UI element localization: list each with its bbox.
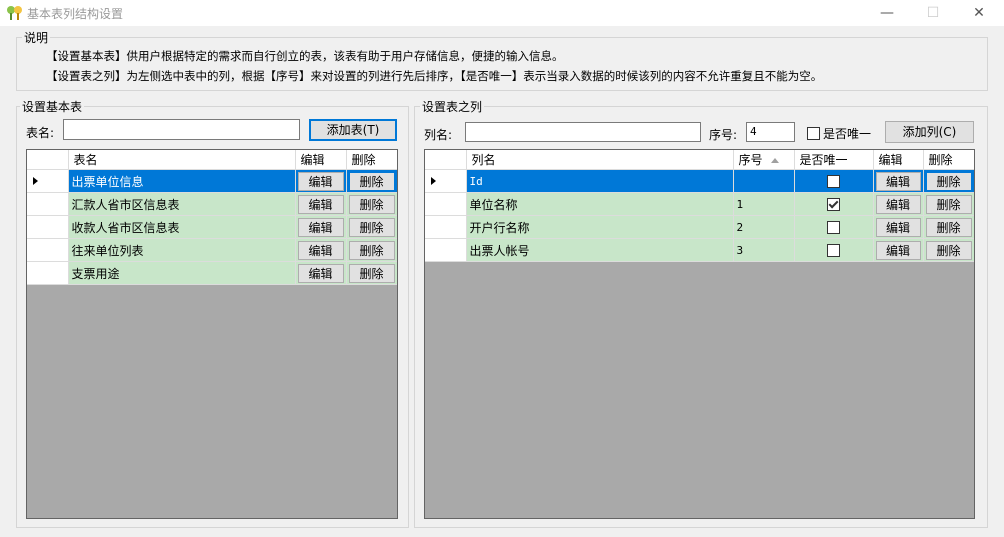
column-header-edit[interactable]: 编辑: [873, 150, 924, 170]
table-row[interactable]: 收款人省市区信息表 编辑 删除: [27, 215, 397, 239]
column-name-cell[interactable]: 开户行名称: [466, 215, 734, 239]
maximize-button[interactable]: ☐: [910, 0, 956, 26]
current-row-arrow-icon: [431, 177, 436, 185]
grid-corner-header: [425, 150, 467, 170]
row-header[interactable]: [27, 238, 69, 262]
close-button[interactable]: ✕: [956, 0, 1002, 26]
delete-button[interactable]: 删除: [925, 240, 972, 260]
table-name-cell[interactable]: 出票单位信息: [68, 169, 296, 193]
table-name-cell[interactable]: 往来单位列表: [68, 238, 296, 262]
description-line-1: 【设置基本表】供用户根据特定的需求而自行创立的表，该表有助于用户存储信息，便捷的…: [46, 49, 564, 63]
column-name-input[interactable]: [465, 122, 701, 142]
delete-button[interactable]: 删除: [348, 240, 395, 260]
column-header-seq[interactable]: 序号: [733, 150, 795, 170]
sort-ascending-icon: [770, 158, 779, 163]
column-header-column-name[interactable]: 列名: [466, 150, 734, 170]
edit-button[interactable]: 编辑: [875, 240, 921, 260]
edit-button[interactable]: 编辑: [297, 240, 344, 260]
table-name-cell[interactable]: 汇款人省市区信息表: [68, 192, 296, 216]
seq-label: 序号:: [709, 128, 738, 142]
column-header-table-name[interactable]: 表名: [68, 150, 296, 170]
delete-button[interactable]: 删除: [348, 194, 395, 214]
table-row[interactable]: 开户行名称 2 编辑 删除: [425, 215, 974, 239]
unique-checkbox[interactable]: [807, 127, 820, 140]
add-table-button[interactable]: 添加表(T): [309, 119, 397, 141]
seq-cell[interactable]: 2: [733, 215, 795, 239]
row-header[interactable]: [27, 169, 69, 193]
current-row-arrow-icon: [33, 177, 38, 185]
table-name-input[interactable]: [63, 119, 300, 140]
edit-button[interactable]: 编辑: [297, 263, 344, 283]
seq-cell[interactable]: 1: [733, 192, 795, 216]
table-columns-group-label: 设置表之列: [420, 98, 485, 115]
add-column-button[interactable]: 添加列(C): [885, 121, 974, 143]
column-name-cell[interactable]: Id: [466, 169, 734, 193]
column-name-cell[interactable]: 单位名称: [466, 192, 734, 216]
column-header-seq-label: 序号: [738, 153, 763, 167]
window-title: 基本表列结构设置: [27, 7, 124, 21]
table-row[interactable]: 出票人帐号 3 编辑 删除: [425, 238, 974, 262]
column-header-delete[interactable]: 删除: [923, 150, 974, 170]
table-row[interactable]: 单位名称 1 编辑 删除: [425, 192, 974, 216]
table-name-cell[interactable]: 收款人省市区信息表: [68, 215, 296, 239]
row-header[interactable]: [27, 261, 69, 285]
delete-button[interactable]: 删除: [925, 217, 972, 237]
grid-corner-header: [27, 150, 69, 170]
unique-cell[interactable]: [794, 169, 874, 193]
delete-button[interactable]: 删除: [348, 171, 395, 191]
edit-button[interactable]: 编辑: [297, 194, 344, 214]
table-name-cell[interactable]: 支票用途: [68, 261, 296, 285]
edit-button[interactable]: 编辑: [297, 171, 344, 191]
table-columns-grid[interactable]: 列名 序号 是否唯一 编辑 删除 Id 编辑 删除 单位名称 1 编辑 删除 开…: [424, 149, 975, 519]
edit-button[interactable]: 编辑: [875, 194, 921, 214]
row-header[interactable]: [425, 169, 467, 193]
unique-checkbox-label[interactable]: 是否唯一: [823, 125, 871, 142]
app-icon: [7, 6, 22, 20]
description-group-label: 说明: [22, 29, 51, 46]
column-header-edit[interactable]: 编辑: [295, 150, 347, 170]
edit-button[interactable]: 编辑: [875, 171, 921, 191]
basic-table-group-label: 设置基本表: [20, 98, 85, 115]
unique-cell-checkbox[interactable]: [827, 198, 840, 211]
unique-cell[interactable]: [794, 238, 874, 262]
row-header[interactable]: [425, 215, 467, 239]
minimize-button[interactable]: —: [864, 0, 910, 26]
delete-button[interactable]: 删除: [925, 194, 972, 214]
column-name-cell[interactable]: 出票人帐号: [466, 238, 734, 262]
edit-button[interactable]: 编辑: [297, 217, 344, 237]
edit-button[interactable]: 编辑: [875, 217, 921, 237]
table-row[interactable]: Id 编辑 删除: [425, 169, 974, 193]
seq-cell[interactable]: 3: [733, 238, 795, 262]
unique-cell-checkbox[interactable]: [827, 244, 840, 257]
unique-cell-checkbox[interactable]: [827, 221, 840, 234]
table-row[interactable]: 支票用途 编辑 删除: [27, 261, 397, 285]
row-header[interactable]: [425, 238, 467, 262]
unique-cell[interactable]: [794, 215, 874, 239]
delete-button[interactable]: 删除: [348, 217, 395, 237]
table-row[interactable]: 往来单位列表 编辑 删除: [27, 238, 397, 262]
table-row[interactable]: 出票单位信息 编辑 删除: [27, 169, 397, 193]
seq-input[interactable]: 4: [746, 122, 795, 142]
title-bar: [0, 0, 1004, 26]
row-header[interactable]: [27, 192, 69, 216]
row-header[interactable]: [27, 215, 69, 239]
row-header[interactable]: [425, 192, 467, 216]
column-name-label: 列名:: [424, 128, 453, 142]
seq-cell[interactable]: [733, 169, 795, 193]
table-name-label: 表名:: [26, 126, 55, 140]
unique-cell-checkbox[interactable]: [827, 175, 840, 188]
basic-table-grid[interactable]: 表名 编辑 删除 出票单位信息 编辑 删除 汇款人省市区信息表 编辑 删除 收款…: [26, 149, 398, 519]
delete-button[interactable]: 删除: [925, 171, 972, 191]
delete-button[interactable]: 删除: [348, 263, 395, 283]
description-line-2: 【设置表之列】为左侧选中表中的列，根据【序号】来对设置的列进行先后排序，【是否唯…: [46, 69, 823, 83]
column-header-delete[interactable]: 删除: [346, 150, 397, 170]
column-header-unique[interactable]: 是否唯一: [794, 150, 874, 170]
table-row[interactable]: 汇款人省市区信息表 编辑 删除: [27, 192, 397, 216]
unique-cell[interactable]: [794, 192, 874, 216]
